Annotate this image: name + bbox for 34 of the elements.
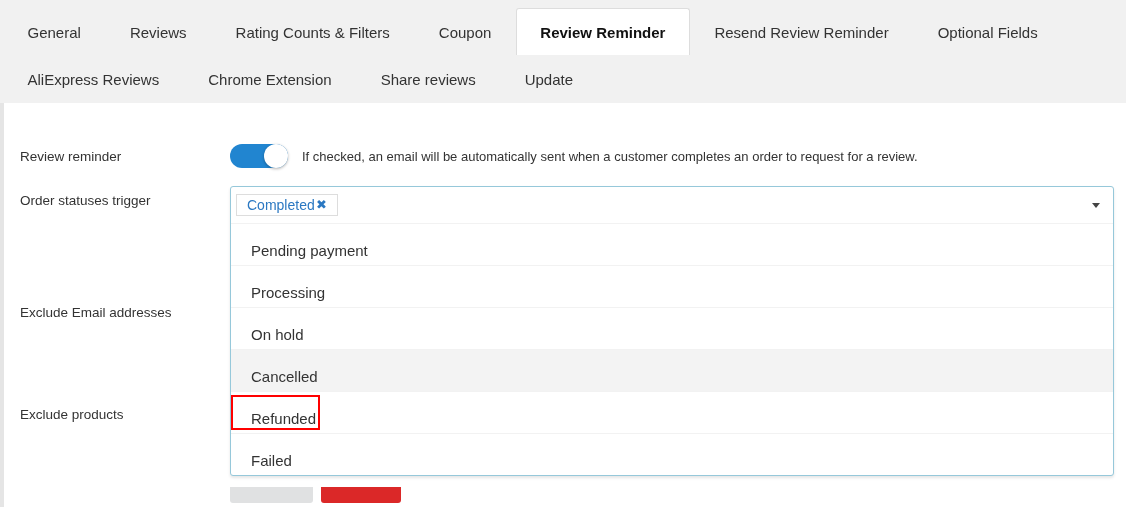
option-label: Cancelled xyxy=(250,367,319,387)
multi-select[interactable]: Completed✖ Pending payment Processing On hold Cancelled Refunded Failed xyxy=(230,186,1114,476)
field-label: Review reminder xyxy=(20,148,123,164)
tab[interactable]: Optional Fields xyxy=(913,8,1063,55)
tab[interactable]: Share reviews xyxy=(356,55,501,102)
tab[interactable]: Rating Counts & Filters xyxy=(211,8,415,55)
selected-tag: Completed✖ xyxy=(236,194,338,216)
dropdown-option[interactable]: Failed xyxy=(231,434,1113,475)
tab[interactable]: Reviews xyxy=(105,8,212,55)
field-description: If checked, an email will be automatically sent when a customer completes an order to request for a review. xyxy=(302,148,918,164)
field-label: Order statuses trigger xyxy=(20,193,152,208)
caret-icon xyxy=(1092,203,1100,208)
option-label: Refunded xyxy=(231,395,321,430)
tab[interactable]: Coupon xyxy=(414,8,516,55)
option-label: Processing xyxy=(250,283,327,303)
tab[interactable]: AliExpress Reviews xyxy=(3,55,184,102)
danger-button[interactable] xyxy=(321,487,401,503)
toggle-switch[interactable] xyxy=(230,144,288,168)
tab[interactable]: Update xyxy=(500,55,598,102)
option-label: On hold xyxy=(250,325,305,345)
dropdown-option[interactable]: Cancelled xyxy=(231,350,1113,392)
remove-icon[interactable]: ✖ xyxy=(315,197,327,212)
secondary-button[interactable] xyxy=(230,487,313,503)
tab[interactable]: Chrome Extension xyxy=(183,55,357,102)
dropdown-option[interactable]: Pending payment xyxy=(231,224,1113,266)
tab[interactable]: General xyxy=(3,8,106,55)
option-label: Failed xyxy=(250,451,293,471)
field-label: Exclude Email addresses xyxy=(20,304,173,320)
tab[interactable]: Review Reminder xyxy=(515,8,690,55)
field-label: Exclude products xyxy=(20,407,125,422)
tab[interactable]: Resend Review Reminder xyxy=(689,8,914,55)
option-label: Pending payment xyxy=(250,241,369,261)
dropdown-option[interactable]: Refunded xyxy=(231,392,1113,434)
dropdown-option[interactable]: Processing xyxy=(231,266,1113,308)
